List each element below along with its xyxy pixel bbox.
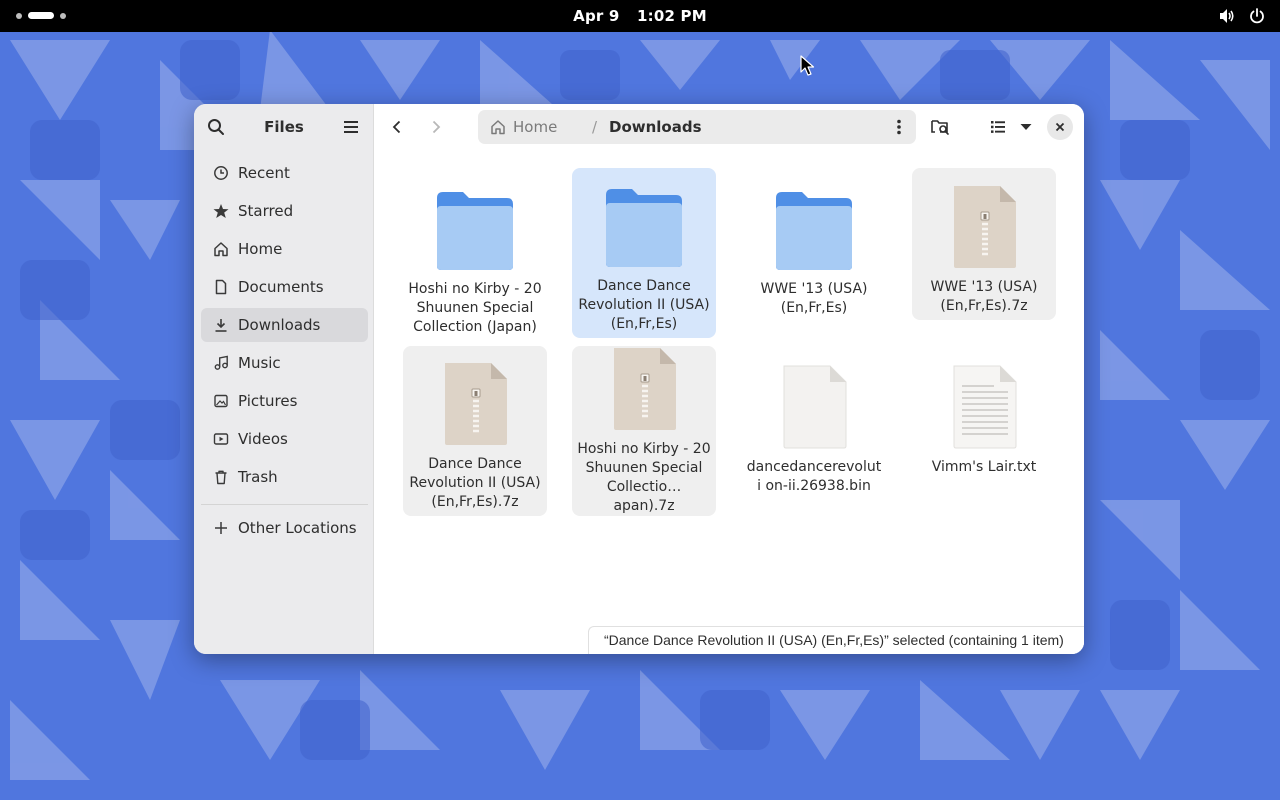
status-bar: “Dance Dance Revolution II (USA) (En,Fr,… xyxy=(588,626,1084,654)
sidebar-item-starred[interactable]: Starred xyxy=(201,194,368,228)
file-name: Dance Dance Revolution II (USA) (En,Fr,E… xyxy=(578,278,710,332)
sidebar-item-label: Downloads xyxy=(238,316,321,334)
sidebar-item-other-locations[interactable]: Other Locations xyxy=(201,511,368,545)
file-name: WWE '13 (USA) (En,Fr,Es).7z xyxy=(930,279,1038,314)
sidebar-item-label: Music xyxy=(238,354,281,372)
sidebar-item-videos[interactable]: Videos xyxy=(201,422,368,456)
plus-icon xyxy=(215,522,227,534)
view-options-button[interactable] xyxy=(1014,115,1038,139)
sidebar-divider xyxy=(201,504,368,505)
folder-icon xyxy=(776,192,852,270)
forward-button[interactable] xyxy=(424,115,448,139)
toolbar: Home / Downloads xyxy=(374,104,1084,150)
clock-icon xyxy=(214,166,228,180)
clock[interactable]: Apr 9 1:02 PM xyxy=(0,7,1280,25)
path-separator: / xyxy=(592,118,598,136)
content-area: Home / Downloads Hoshi no Kirby - 20 Shu… xyxy=(374,104,1084,654)
sidebar-item-label: Trash xyxy=(238,468,278,486)
clock-time: 1:02 PM xyxy=(636,7,707,25)
file-item-archive[interactable]: Hoshi no Kirby - 20 Shuunen Special Coll… xyxy=(572,346,716,516)
hamburger-icon xyxy=(344,121,358,133)
sidebar-header: Files xyxy=(194,104,373,150)
file-item-folder[interactable]: Hoshi no Kirby - 20 Shuunen Special Coll… xyxy=(403,170,547,341)
volume-icon xyxy=(1220,9,1234,23)
power-icon xyxy=(1250,8,1264,24)
file-name: Dance Dance Revolution II (USA) (En,Fr,E… xyxy=(409,456,541,510)
trash-icon xyxy=(215,470,227,485)
top-bar: Apr 9 1:02 PM xyxy=(0,0,1280,32)
file-name: Hoshi no Kirby - 20 Shuunen Special Coll… xyxy=(577,441,711,514)
path-segment-current[interactable]: Downloads xyxy=(609,118,702,136)
sidebar-item-label: Documents xyxy=(238,278,324,296)
folder-icon xyxy=(606,189,682,267)
music-icon xyxy=(214,355,228,370)
picture-icon xyxy=(214,394,228,408)
system-tray[interactable] xyxy=(1218,7,1266,25)
binary-file-icon xyxy=(783,365,847,449)
list-view-icon xyxy=(991,121,1005,133)
star-icon xyxy=(213,204,229,218)
file-item-folder[interactable]: Dance Dance Revolution II (USA) (En,Fr,E… xyxy=(572,168,716,338)
text-file-icon xyxy=(953,365,1017,449)
archive-icon xyxy=(954,186,1016,268)
file-item-archive[interactable]: Dance Dance Revolution II (USA) (En,Fr,E… xyxy=(403,346,547,516)
sidebar-item-downloads[interactable]: Downloads xyxy=(201,308,368,342)
archive-icon xyxy=(614,348,676,430)
sidebar-item-home[interactable]: Home xyxy=(201,232,368,266)
files-window: Files Recent Starred Home Documents Down… xyxy=(194,104,1084,654)
file-name: Vimm's Lair.txt xyxy=(931,459,1037,475)
sidebar-item-music[interactable]: Music xyxy=(201,346,368,380)
file-name: Hoshi no Kirby - 20 Shuunen Special Coll… xyxy=(408,281,542,335)
close-button[interactable] xyxy=(1047,114,1073,140)
file-item-archive[interactable]: WWE '13 (USA) (En,Fr,Es).7z xyxy=(912,168,1056,320)
mouse-cursor-icon xyxy=(800,55,815,76)
download-icon xyxy=(215,319,227,332)
video-icon xyxy=(213,433,229,445)
folder-icon xyxy=(437,192,513,270)
view-list-button[interactable] xyxy=(986,115,1010,139)
sidebar-item-pictures[interactable]: Pictures xyxy=(201,384,368,418)
sidebar-item-label: Videos xyxy=(238,430,288,448)
chevron-down-icon xyxy=(1020,124,1032,130)
close-icon xyxy=(1055,122,1065,132)
sidebar-item-label: Home xyxy=(238,240,283,258)
path-segment-home[interactable]: Home xyxy=(513,118,557,136)
sidebar-item-label: Pictures xyxy=(238,392,298,410)
file-name: dancedancerevoluti on-ii.26938.bin xyxy=(746,459,882,494)
sidebar-item-label: Recent xyxy=(238,164,290,182)
home-icon xyxy=(214,242,228,257)
document-icon xyxy=(215,279,227,295)
clock-date: Apr 9 xyxy=(573,7,620,25)
archive-icon xyxy=(445,363,507,445)
chevron-right-icon xyxy=(432,120,441,134)
sidebar-item-trash[interactable]: Trash xyxy=(201,460,368,494)
sidebar-item-recent[interactable]: Recent xyxy=(201,156,368,190)
home-icon xyxy=(491,120,505,135)
file-item-folder[interactable]: WWE '13 (USA) (En,Fr,Es) xyxy=(742,170,886,322)
sidebar-item-label: Other Locations xyxy=(238,519,357,537)
sidebar-item-documents[interactable]: Documents xyxy=(201,270,368,304)
folder-search-icon xyxy=(931,120,949,135)
sidebar-item-label: Starred xyxy=(238,202,294,220)
chevron-left-icon xyxy=(392,120,401,134)
main-menu-button[interactable] xyxy=(339,115,363,139)
sidebar: Files Recent Starred Home Documents Down… xyxy=(194,104,374,654)
path-bar[interactable]: Home / Downloads xyxy=(478,110,916,144)
search-location-button[interactable] xyxy=(928,115,952,139)
back-button[interactable] xyxy=(385,115,409,139)
file-name: WWE '13 (USA) (En,Fr,Es) xyxy=(760,281,868,316)
file-item-text[interactable]: Vimm's Lair.txt xyxy=(912,346,1056,481)
kebab-menu-icon[interactable] xyxy=(890,118,908,136)
file-item-binary[interactable]: dancedancerevoluti on-ii.26938.bin xyxy=(742,346,886,500)
